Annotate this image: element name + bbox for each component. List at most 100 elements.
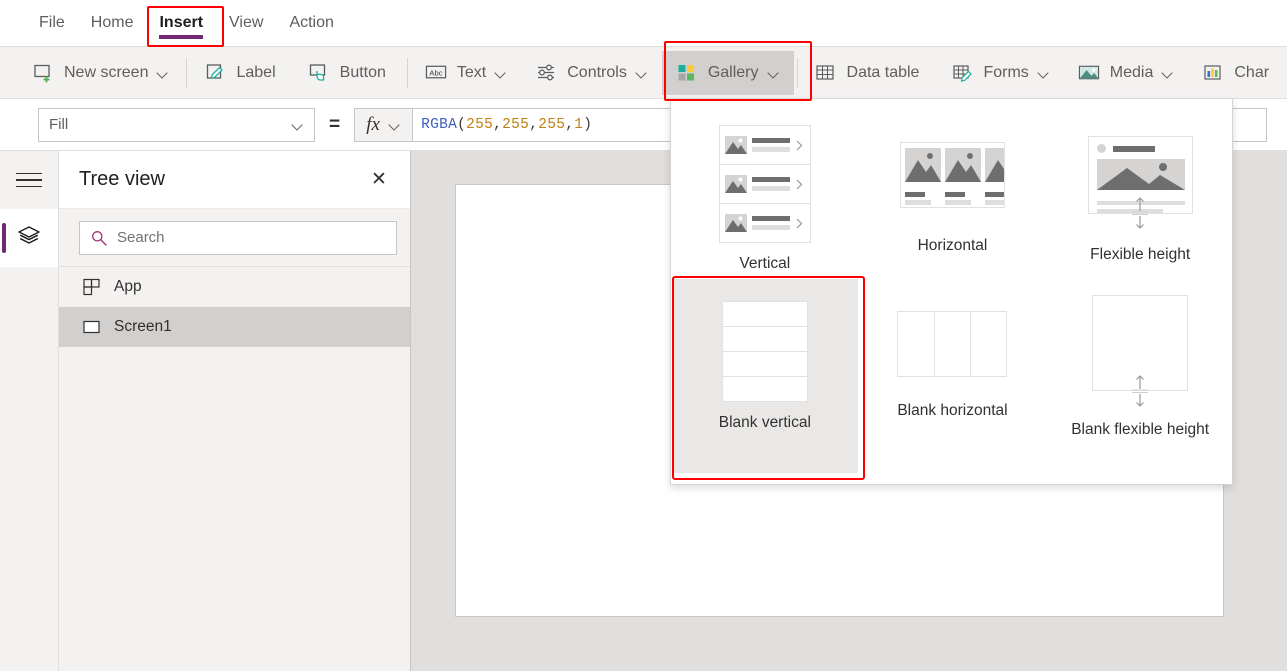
menu-item-label: Action [289,14,334,31]
layers-icon [15,222,43,255]
ribbon-charts-button[interactable]: Char [1188,51,1287,95]
menu-item-view[interactable]: View [216,0,276,46]
resize-vertical-icon [1123,374,1157,408]
image-placeholder-icon [944,148,981,186]
resize-vertical-icon [1123,196,1157,230]
blank-horizontal-gallery-thumb [897,311,1008,377]
chevron-down-icon [1163,69,1174,76]
gallery-option-label: Vertical [739,255,791,272]
gallery-option-label: Horizontal [917,237,988,254]
ribbon-label: Text [456,63,487,81]
property-selector-value: Fill [49,116,69,133]
button-icon [308,62,330,84]
ribbon-label: Data table [846,63,920,81]
svg-text:Abc: Abc [429,68,442,77]
ribbon-label: Char [1234,63,1270,81]
menu-item-label: View [229,14,264,31]
app-icon [81,276,103,298]
ribbon-label: Gallery [707,63,759,81]
menu-item-home[interactable]: Home [78,0,147,46]
menu-bar: File Home Insert View Action [0,0,1287,47]
left-rail [0,151,59,671]
blank-vertical-gallery-thumb [721,301,808,402]
ribbon-gallery-button[interactable]: Gallery [661,50,794,95]
menu-item-action[interactable]: Action [276,0,346,46]
gallery-option-vertical[interactable]: Vertical [671,111,859,279]
gallery-option-flexible-height[interactable]: Flexible height [1046,111,1234,279]
ribbon-label: Controls [567,63,627,81]
ribbon-divider [406,57,408,88]
avatar-placeholder [1096,144,1106,153]
ribbon-media-button[interactable]: Media [1064,51,1189,95]
tree-row-screen1[interactable]: Screen1 [59,307,410,347]
ribbon-label: Button [339,63,386,81]
image-placeholder-icon [724,214,747,232]
ribbon-button-button[interactable]: Button [294,51,404,95]
vertical-gallery-thumb [718,125,811,243]
ribbon-label: Label [236,63,276,81]
tree-row-label: App [114,278,142,295]
image-placeholder-icon [724,175,747,193]
gallery-option-horizontal[interactable]: Horizontal [859,111,1047,279]
charts-bar-icon [1202,62,1224,84]
menu-item-label: Home [90,14,134,31]
formula-token: ( [457,116,467,133]
blank-flexible-gallery-thumb [1092,295,1189,407]
ribbon-new-screen-button[interactable]: New screen [18,51,183,95]
tree-row-app[interactable]: App [59,267,410,307]
ribbon-label: Media [1109,63,1154,81]
ribbon-forms-button[interactable]: Forms [937,51,1063,95]
formula-token: , [565,116,575,133]
hamburger-menu-icon [16,168,42,193]
search-input[interactable]: Search [79,220,397,255]
gallery-option-blank-vertical[interactable]: Blank vertical [671,279,859,477]
ribbon-controls-button[interactable]: Controls [521,51,662,95]
menu-item-label: File [39,14,65,31]
search-icon [90,229,108,247]
ribbon-label: Forms [983,63,1029,81]
menu-item-insert[interactable]: Insert [146,0,216,46]
gallery-option-blank-horizontal[interactable]: Blank horizontal [859,279,1047,477]
formula-token: , [529,116,539,133]
rail-item-tree-view[interactable] [0,209,58,267]
property-selector[interactable]: Fill [38,107,315,142]
search-placeholder: Search [117,229,165,246]
formula-token: ) [583,116,593,133]
chevron-right-icon [795,179,805,190]
gallery-option-blank-flexible-height[interactable]: Blank flexible height [1046,279,1234,477]
chevron-down-icon [496,69,507,76]
ribbon-label-button[interactable]: Label [190,51,293,95]
tree-view-header: Tree view ✕ [59,151,410,209]
chevron-down-icon [637,69,648,76]
close-icon[interactable]: ✕ [356,157,402,203]
chevron-down-icon [390,121,401,128]
chevron-right-icon [795,218,805,229]
ribbon-divider [186,57,188,88]
hamburger-menu-button[interactable] [0,151,58,209]
chevron-down-icon [158,69,169,76]
ribbon-text-button[interactable]: Abc Text [411,51,521,95]
tree-search-row: Search [59,209,410,267]
formula-token: , [493,116,503,133]
forms-icon [951,62,973,84]
gallery-flyout-panel: Vertical Horizontal Flexible height Blan… [670,99,1233,485]
new-screen-icon [32,62,54,84]
ribbon-data-table-button[interactable]: Data table [801,51,938,95]
image-placeholder-icon [984,148,1004,186]
gallery-option-label: Blank flexible height [1071,421,1210,438]
menu-item-file[interactable]: File [26,0,78,46]
formula-token: 1 [574,116,584,133]
flexible-height-gallery-thumb [1087,136,1193,229]
formula-token: 255 [466,116,494,133]
label-icon [204,62,226,84]
horizontal-gallery-thumb [899,142,1005,208]
fx-label: fx [366,113,380,135]
formula-token: 255 [502,116,530,133]
fx-button[interactable]: fx [354,107,413,142]
chevron-down-icon [293,121,304,128]
panel-title: Tree view [79,168,165,190]
gallery-option-label: Blank vertical [718,414,811,431]
insert-ribbon-toolbar: New screen Label Button Abc Text Control… [0,47,1287,99]
selected-indicator [2,223,6,253]
chevron-right-icon [795,140,805,151]
